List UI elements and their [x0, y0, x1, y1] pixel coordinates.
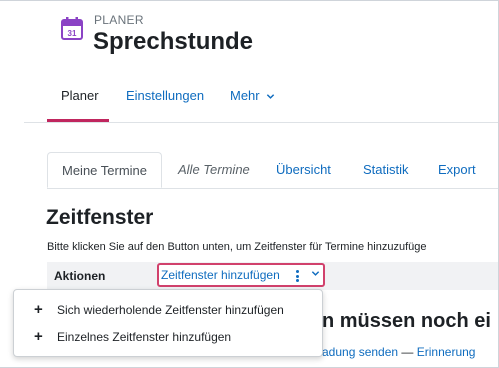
chevron-down-icon [311, 271, 320, 276]
activity-type-label: PLANER [94, 13, 144, 27]
instructions-text: Bitte klicken Sie auf den Button unten, … [47, 241, 427, 253]
add-timeslot-button-label: Zeitfenster hinzufügen [161, 268, 280, 282]
plus-icon: + [34, 328, 43, 345]
calendar-icon-number: 31 [68, 29, 77, 38]
menu-item-label: Sich wiederholende Zeitfenster hinzufüge… [57, 303, 284, 317]
nav-item-planer[interactable]: Planer [61, 86, 99, 122]
link-separator: — [401, 345, 414, 359]
action-bar: Aktionen Zeitfenster hinzufügen [47, 262, 499, 290]
tab-meine-termine[interactable]: Meine Termine [47, 152, 163, 188]
nav-item-label: Einstellungen [126, 88, 205, 103]
frame-top-border [0, 0, 499, 1]
add-timeslot-dropdown: + Sich wiederholende Zeitfenster hinzufü… [13, 289, 323, 357]
nav-divider [24, 122, 499, 123]
reminder-links: adung senden — Erinnerung [322, 345, 475, 359]
kebab-menu-icon [296, 270, 299, 282]
tab-uebersicht[interactable]: Übersicht [276, 152, 331, 188]
nav-item-label: Planer [61, 88, 99, 103]
nav-item-einstellungen[interactable]: Einstellungen [126, 86, 204, 122]
chevron-down-icon [267, 94, 275, 99]
plus-icon: + [34, 301, 43, 318]
section-heading: Zeitfenster [46, 206, 154, 229]
tab-label: Statistik [363, 162, 409, 177]
students-heading: n müssen noch ei [322, 310, 491, 332]
reminder-link[interactable]: Erinnerung [417, 345, 476, 359]
actions-label: Aktionen [54, 269, 106, 283]
calendar-icon: 31 [59, 16, 85, 42]
nav-item-mehr[interactable]: Mehr [230, 86, 275, 122]
menu-item-label: Einzelnes Zeitfenster hinzufügen [57, 330, 232, 344]
tab-label: Meine Termine [62, 163, 148, 178]
add-timeslot-button[interactable]: Zeitfenster hinzufügen [157, 263, 325, 287]
tab-statistik[interactable]: Statistik [363, 152, 409, 188]
tab-bar: Meine Termine Alle Termine Übersicht Sta… [47, 152, 499, 188]
send-invitation-link[interactable]: adung senden [322, 345, 398, 359]
tabs-divider [47, 188, 499, 189]
nav-item-label: Mehr [230, 88, 260, 103]
page: 31 PLANER Sprechstunde Planer Einstellun… [0, 0, 499, 368]
tab-label: Alle Termine [178, 162, 250, 177]
tab-alle-termine[interactable]: Alle Termine [178, 152, 250, 188]
menu-item-single-timeslot[interactable]: + Einzelnes Zeitfenster hinzufügen [14, 324, 322, 350]
page-title: Sprechstunde [93, 28, 254, 55]
tab-export[interactable]: Export [438, 152, 476, 188]
tab-label: Export [438, 162, 476, 177]
menu-item-recurring-timeslots[interactable]: + Sich wiederholende Zeitfenster hinzufü… [14, 297, 322, 323]
tab-label: Übersicht [276, 162, 331, 177]
